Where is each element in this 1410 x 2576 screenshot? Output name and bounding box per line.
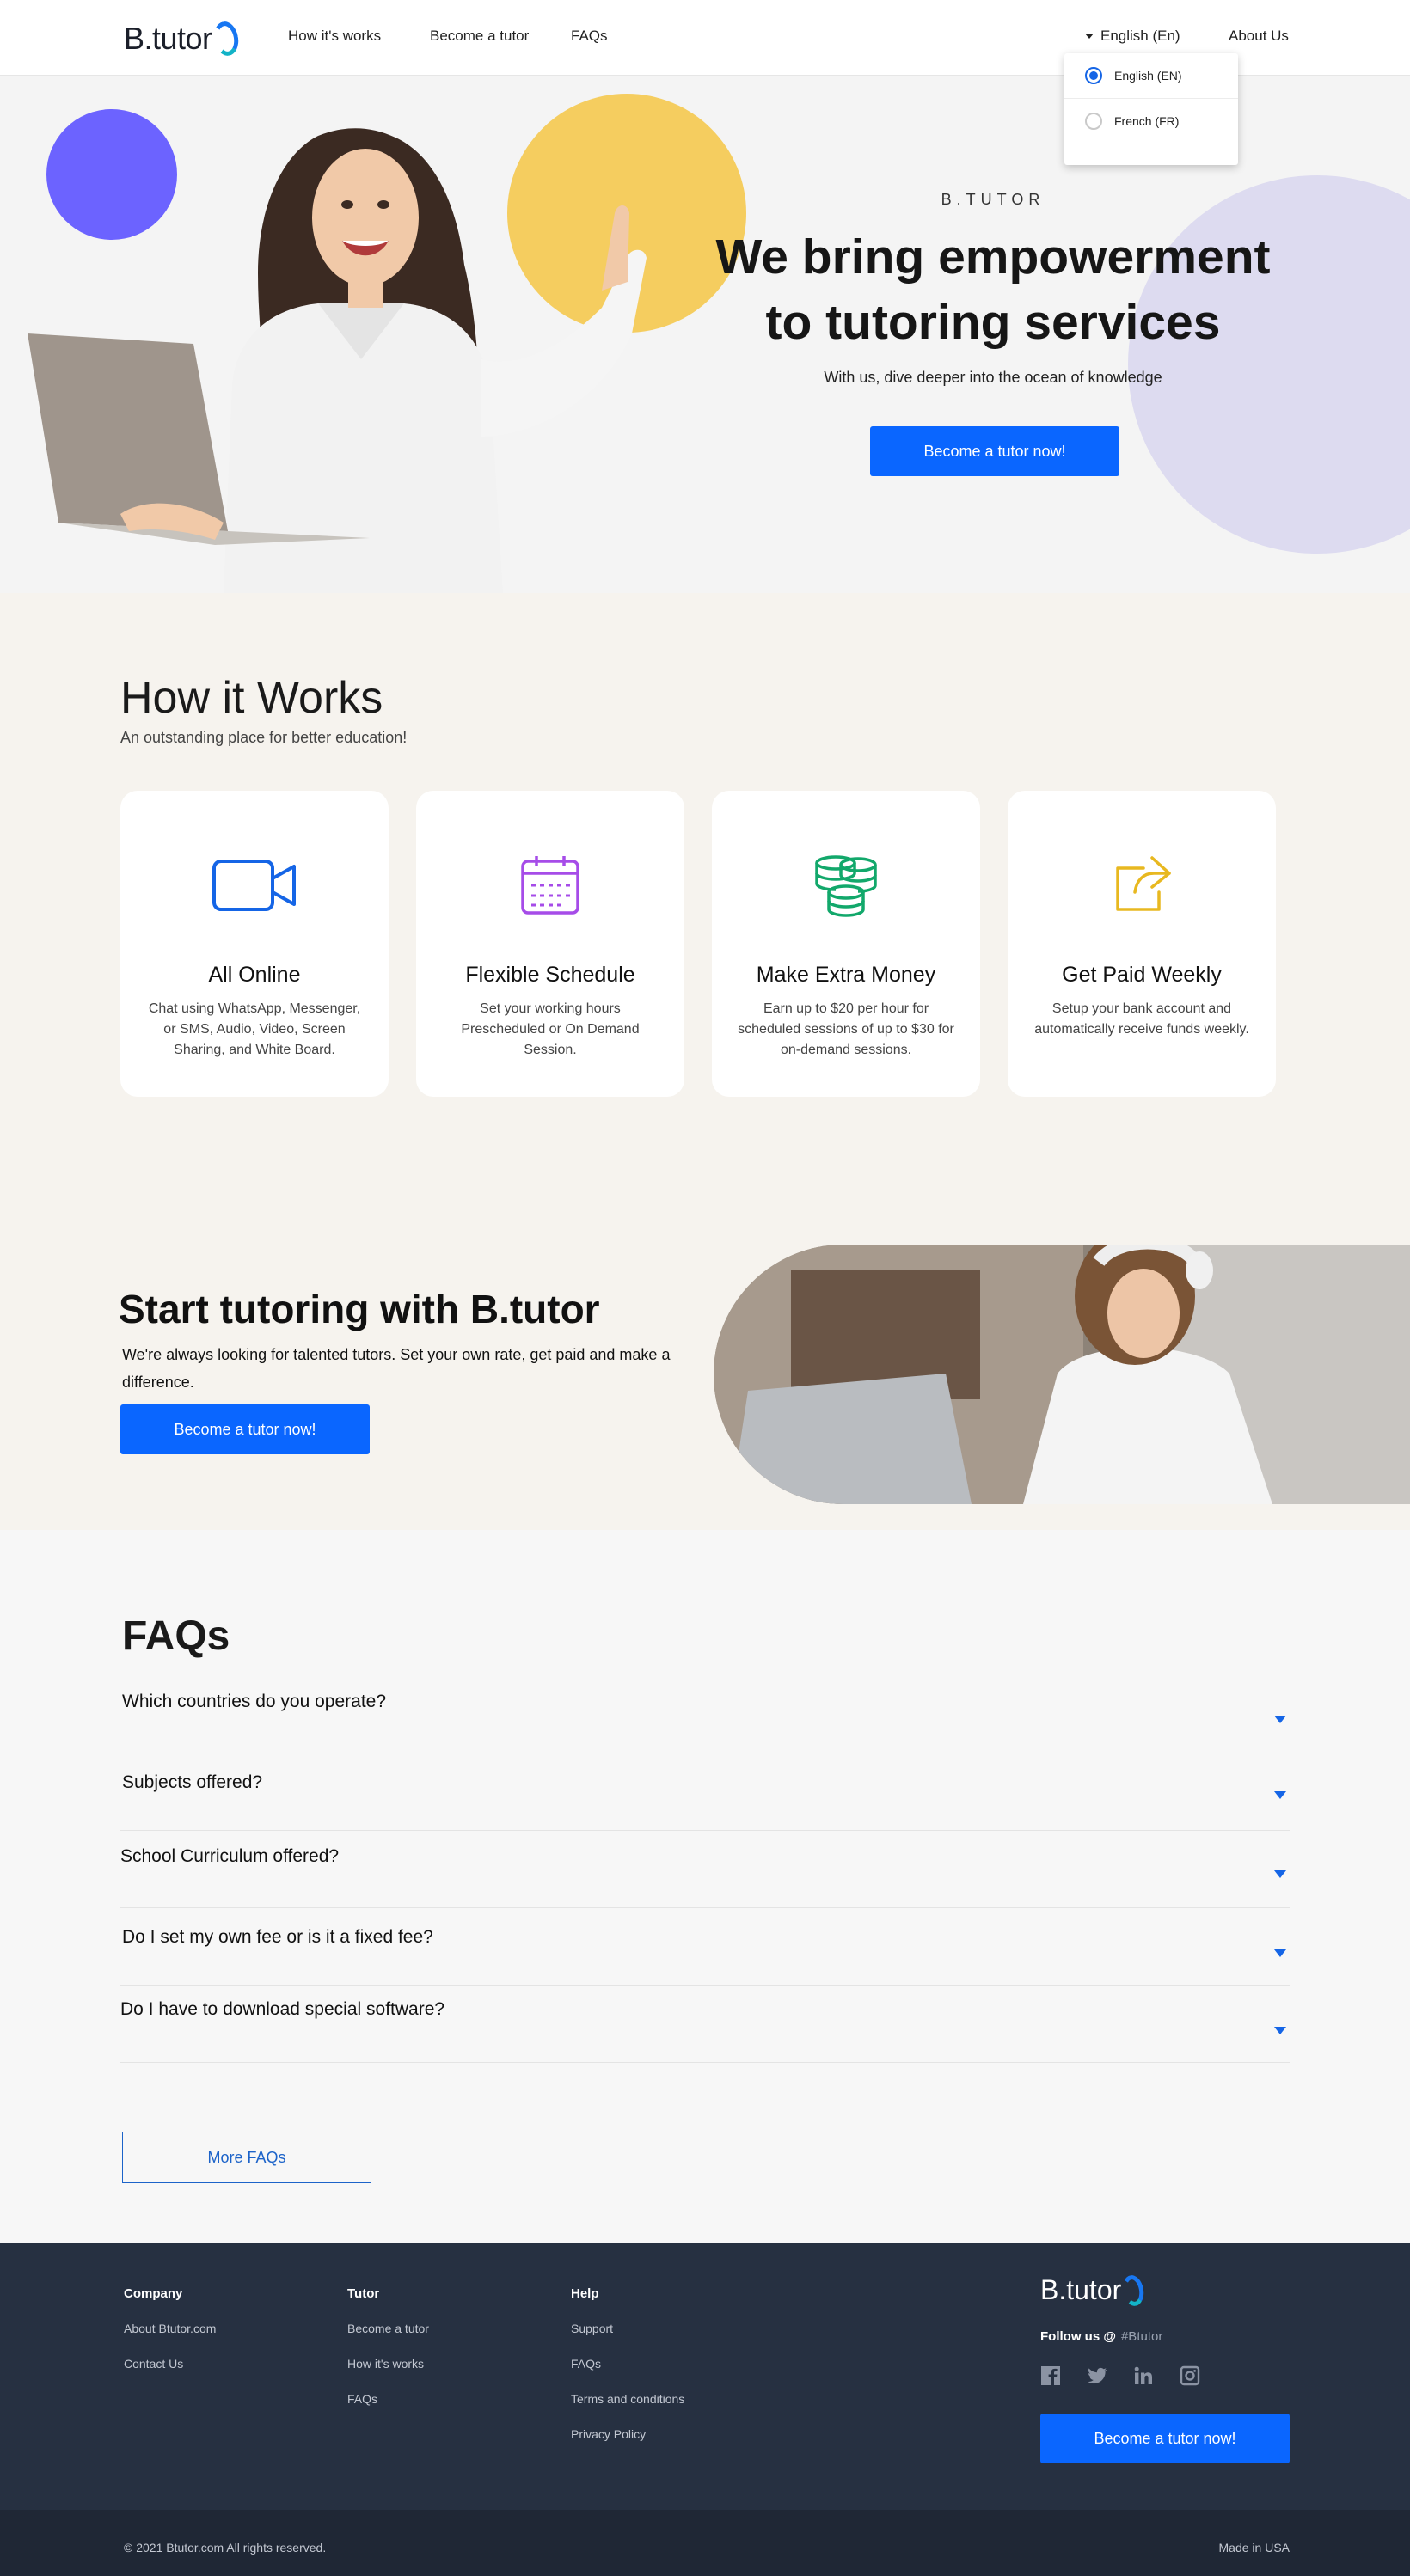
footer-column-title: Help xyxy=(571,2286,599,2301)
faq-question: Subjects offered? xyxy=(122,1772,263,1792)
footer-column-title: Company xyxy=(124,2286,183,2301)
footer: Company About Btutor.com Contact Us Tuto… xyxy=(0,2243,1410,2510)
social-links xyxy=(1040,2365,1200,2386)
facebook-icon[interactable] xyxy=(1040,2365,1061,2386)
nav-link-become-tutor[interactable]: Become a tutor xyxy=(430,28,529,45)
caret-down-icon xyxy=(1274,1949,1286,1957)
video-camera-icon xyxy=(120,853,389,918)
footer-column-title: Tutor xyxy=(347,2286,380,2301)
instagram-icon[interactable] xyxy=(1180,2365,1200,2386)
start-title-prefix: Start tutoring with xyxy=(119,1287,470,1331)
language-option-label: English (EN) xyxy=(1114,69,1182,83)
logo-arc-icon xyxy=(1120,2273,1147,2308)
faq-item[interactable]: Subjects offered? xyxy=(120,1753,1290,1831)
how-it-works-section: How it Works An outstanding place for be… xyxy=(0,593,1410,1530)
footer-link-faqs[interactable]: FAQs xyxy=(347,2392,429,2406)
start-become-tutor-button[interactable]: Become a tutor now! xyxy=(120,1404,370,1454)
start-tutoring-text: We're always looking for talented tutors… xyxy=(122,1346,671,1391)
footer-link-how-it-works[interactable]: How it's works xyxy=(347,2357,429,2371)
language-dropdown[interactable]: English (En) xyxy=(1085,28,1180,45)
how-it-works-subtitle: An outstanding place for better educatio… xyxy=(120,729,408,746)
faq-question: Do I have to download special software? xyxy=(120,1999,445,2019)
nav-link-faqs[interactable]: FAQs xyxy=(571,28,608,45)
footer-logo-text: B.tutor xyxy=(1040,2274,1122,2305)
faq-title: FAQs xyxy=(122,1613,230,1659)
hero-title-line-2: to tutoring services xyxy=(765,295,1221,350)
footer-link-privacy[interactable]: Privacy Policy xyxy=(571,2427,684,2441)
language-option-english[interactable]: English (EN) xyxy=(1064,53,1238,98)
hero-text-block: B.TUTOR We bring empowerment to tutoring… xyxy=(679,191,1307,387)
footer-link-faqs[interactable]: FAQs xyxy=(571,2357,684,2371)
footer-link-become-tutor[interactable]: Become a tutor xyxy=(347,2322,429,2335)
feature-card-paid-weekly: Get Paid Weekly Setup your bank account … xyxy=(1008,791,1276,1097)
follow-handle: #Btutor xyxy=(1120,2329,1163,2344)
copyright-bar: © 2021 Btutor.com All rights reserved. M… xyxy=(0,2510,1410,2576)
nav-link-about[interactable]: About Us xyxy=(1229,28,1289,45)
faq-question: School Curriculum offered? xyxy=(120,1846,340,1866)
more-faqs-button[interactable]: More FAQs xyxy=(122,2132,371,2183)
nav-link-how-it-works[interactable]: How it's works xyxy=(288,28,381,45)
footer-link-contact[interactable]: Contact Us xyxy=(124,2357,216,2371)
faq-question: Do I set my own fee or is it a fixed fee… xyxy=(122,1927,433,1947)
feature-card-flexible-schedule: Flexible Schedule Set your working hours… xyxy=(416,791,684,1097)
calendar-icon xyxy=(416,853,684,918)
footer-column-help: Help Support FAQs Terms and conditions P… xyxy=(571,2286,684,2463)
radio-selected-icon xyxy=(1085,67,1102,84)
faq-item[interactable]: School Curriculum offered? xyxy=(120,1831,1290,1908)
hero-eyebrow: B.TUTOR xyxy=(941,191,1045,208)
logo[interactable]: B.tutor xyxy=(124,19,241,58)
feature-card-title: Flexible Schedule xyxy=(465,963,635,987)
hero-become-tutor-button[interactable]: Become a tutor now! xyxy=(870,426,1119,476)
feature-card-description: Set your working hours Prescheduled or O… xyxy=(461,1001,640,1057)
linkedin-icon[interactable] xyxy=(1133,2365,1154,2386)
caret-down-icon xyxy=(1274,1716,1286,1723)
feature-card-extra-money: Make Extra Money Earn up to $20 per hour… xyxy=(712,791,980,1097)
caret-down-icon xyxy=(1274,1870,1286,1878)
how-it-works-title: How it Works xyxy=(120,673,383,723)
faq-item[interactable]: Do I have to download special software? xyxy=(120,1986,1290,2063)
hero-title: We bring empowerment to tutoring service… xyxy=(679,224,1307,355)
logo-text: B.tutor xyxy=(124,21,212,56)
footer-link-support[interactable]: Support xyxy=(571,2322,684,2335)
footer-logo[interactable]: B.tutor xyxy=(1040,2273,1147,2308)
footer-become-tutor-button[interactable]: Become a tutor now! xyxy=(1040,2414,1290,2463)
language-option-french[interactable]: French (FR) xyxy=(1064,98,1238,143)
twitter-icon[interactable] xyxy=(1087,2365,1107,2386)
language-menu: English (EN) French (FR) xyxy=(1064,53,1238,165)
caret-down-icon xyxy=(1085,34,1094,39)
feature-card-all-online: All Online Chat using WhatsApp, Messenge… xyxy=(120,791,389,1097)
hero-title-line-1: We bring empowerment xyxy=(715,229,1271,285)
feature-card-title: Get Paid Weekly xyxy=(1062,963,1222,987)
follow-us: Follow us @ #Btutor xyxy=(1040,2329,1162,2344)
made-in-text: Made in USA xyxy=(1218,2541,1290,2555)
radio-unselected-icon xyxy=(1085,112,1102,130)
share-icon xyxy=(1008,853,1276,918)
feature-card-title: All Online xyxy=(208,963,301,987)
follow-label: Follow us @ xyxy=(1040,2329,1116,2344)
feature-card-description: Chat using WhatsApp, Messenger, or SMS, … xyxy=(148,1001,361,1057)
footer-link-about[interactable]: About Btutor.com xyxy=(124,2322,216,2335)
language-label: English (En) xyxy=(1100,28,1180,44)
faq-item[interactable]: Do I set my own fee or is it a fixed fee… xyxy=(120,1908,1290,1986)
tutor-with-headphones-image xyxy=(714,1245,1410,1504)
coins-icon xyxy=(712,853,980,918)
faq-section: FAQs Which countries do you operate? Sub… xyxy=(0,1530,1410,2243)
start-tutoring-title: Start tutoring with B.tutor xyxy=(119,1286,600,1332)
feature-card-description: Setup your bank account and automaticall… xyxy=(1034,1001,1249,1037)
footer-column-company: Company About Btutor.com Contact Us xyxy=(124,2286,216,2392)
footer-link-terms[interactable]: Terms and conditions xyxy=(571,2392,684,2406)
hero-woman-with-laptop-image xyxy=(28,128,647,593)
caret-down-icon xyxy=(1274,1791,1286,1799)
start-title-brand: B.tutor xyxy=(469,1287,600,1331)
footer-column-tutor: Tutor Become a tutor How it's works FAQs xyxy=(347,2286,429,2427)
caret-down-icon xyxy=(1274,2027,1286,2034)
hero-subtitle: With us, dive deeper into the ocean of k… xyxy=(824,369,1162,386)
faq-question: Which countries do you operate? xyxy=(122,1692,387,1711)
feature-card-description: Earn up to $20 per hour for scheduled se… xyxy=(738,1001,954,1057)
copyright-text: © 2021 Btutor.com All rights reserved. xyxy=(124,2541,327,2555)
language-option-label: French (FR) xyxy=(1114,113,1180,128)
faq-item[interactable]: Which countries do you operate? xyxy=(120,1678,1290,1753)
logo-arc-icon xyxy=(211,19,241,58)
feature-card-title: Make Extra Money xyxy=(756,963,936,987)
